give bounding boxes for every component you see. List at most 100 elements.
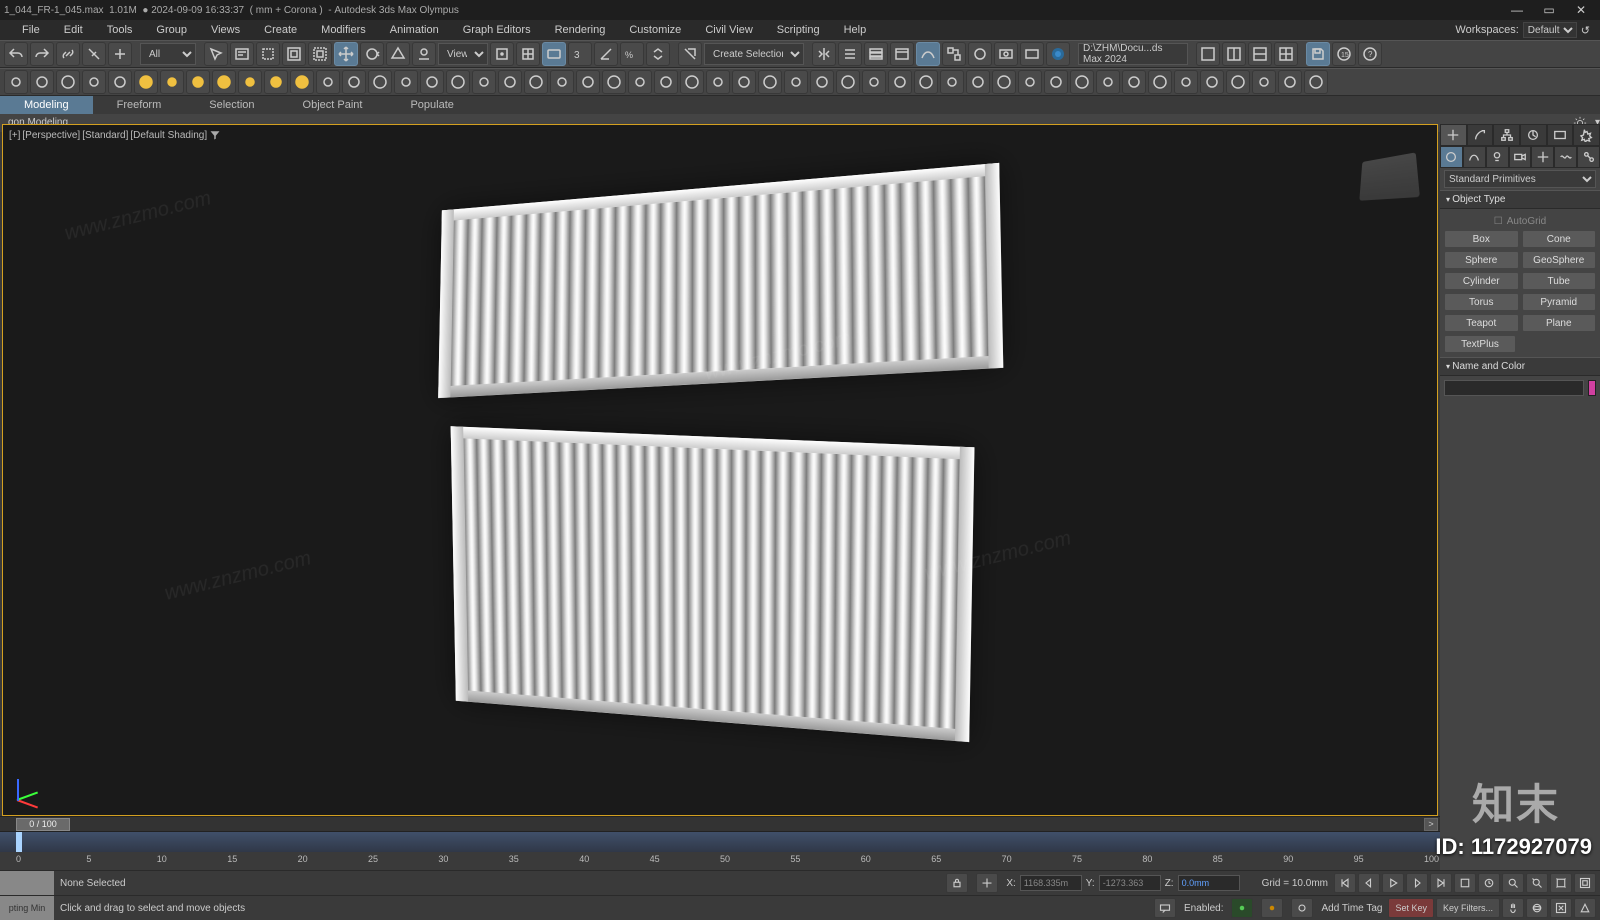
menu-create[interactable]: Create xyxy=(252,20,309,40)
menu-modifiers[interactable]: Modifiers xyxy=(309,20,378,40)
undo-button[interactable] xyxy=(4,42,28,66)
select-region-rect-button[interactable] xyxy=(256,42,280,66)
cmd-sub-systems[interactable] xyxy=(1577,146,1600,168)
window-maximize-button[interactable]: ▭ xyxy=(1534,2,1564,18)
window-close-button[interactable]: ✕ xyxy=(1566,2,1596,18)
bind-button[interactable] xyxy=(108,42,132,66)
cmd-tab-create[interactable] xyxy=(1440,124,1467,146)
menu-rendering[interactable]: Rendering xyxy=(543,20,618,40)
orbit-button[interactable] xyxy=(1526,898,1548,918)
zoom-all-button[interactable] xyxy=(1526,873,1548,893)
vp-layout-1-button[interactable] xyxy=(1196,42,1220,66)
bind-icon[interactable] xyxy=(472,70,496,94)
key-filters-button[interactable]: Key Filters... xyxy=(1436,898,1500,918)
viewport-perspective[interactable]: [+] [Perspective] [Standard] [Default Sh… xyxy=(2,124,1438,816)
object-color-swatch[interactable] xyxy=(1588,380,1596,396)
axis-icon[interactable] xyxy=(1174,70,1198,94)
primitive-cylinder-button[interactable]: Cylinder xyxy=(1444,272,1519,290)
object-radiator-bottom[interactable] xyxy=(451,426,975,742)
render2-icon[interactable] xyxy=(706,70,730,94)
ref-coord-dropdown[interactable]: View xyxy=(438,43,488,65)
clouds-icon[interactable] xyxy=(550,70,574,94)
sun-icon[interactable] xyxy=(758,70,782,94)
mirror-button[interactable] xyxy=(812,42,836,66)
bulb-icon[interactable] xyxy=(940,70,964,94)
cmd-tab-hierarchy[interactable] xyxy=(1493,124,1520,146)
panel2-icon[interactable] xyxy=(992,70,1016,94)
goto-end-button[interactable] xyxy=(1430,873,1452,893)
window-minimize-button[interactable]: ― xyxy=(1502,2,1532,18)
zoom-extents-all-button[interactable] xyxy=(1574,873,1596,893)
selection-filter-dropdown[interactable]: All xyxy=(140,43,196,65)
time-config-button[interactable] xyxy=(1478,873,1500,893)
render-frame-button[interactable] xyxy=(1020,42,1044,66)
comm-center-icon[interactable] xyxy=(1154,898,1176,918)
globe-icon[interactable] xyxy=(888,70,912,94)
maxscript-mini-listener-output[interactable] xyxy=(0,871,54,895)
time-ruler[interactable]: 0510152025303540455055606570758085909510… xyxy=(0,852,1440,870)
menu-civil-view[interactable]: Civil View xyxy=(693,20,764,40)
menu-group[interactable]: Group xyxy=(144,20,199,40)
forces-icon[interactable] xyxy=(394,70,418,94)
save-button[interactable] xyxy=(1306,42,1330,66)
angle-snap-button[interactable] xyxy=(594,42,618,66)
ribbon-tab-selection[interactable]: Selection xyxy=(185,96,278,114)
maxscript-mini-listener-input[interactable]: pting Min xyxy=(0,896,54,920)
sphere-icon[interactable] xyxy=(498,70,522,94)
sel2-icon[interactable] xyxy=(1304,70,1328,94)
next-frame-button[interactable] xyxy=(1406,873,1428,893)
cube2-icon[interactable] xyxy=(1252,70,1276,94)
menu-tools[interactable]: Tools xyxy=(95,20,145,40)
menu-graph-editors[interactable]: Graph Editors xyxy=(451,20,543,40)
primitives-category-dropdown[interactable]: Standard Primitives xyxy=(1444,170,1596,188)
snap2-icon[interactable] xyxy=(1226,70,1250,94)
menu-customize[interactable]: Customize xyxy=(617,20,693,40)
ribbon-tab-freeform[interactable]: Freeform xyxy=(93,96,186,114)
clock-icon[interactable] xyxy=(862,70,886,94)
select-region-window-button[interactable] xyxy=(282,42,306,66)
vp-layout-3-button[interactable] xyxy=(1248,42,1272,66)
play-button[interactable] xyxy=(1382,873,1404,893)
vp-layout-2-button[interactable] xyxy=(1222,42,1246,66)
deflector-icon[interactable] xyxy=(446,70,470,94)
pflow-icon[interactable] xyxy=(342,70,366,94)
rollout-object-type[interactable]: Object Type xyxy=(1440,190,1600,209)
layer-explorer-button[interactable] xyxy=(864,42,888,66)
sheet-icon[interactable] xyxy=(810,70,834,94)
object-radiator-top[interactable] xyxy=(438,163,1003,398)
select-and-scale-button[interactable] xyxy=(386,42,410,66)
link-button[interactable] xyxy=(56,42,80,66)
autogrid-checkbox[interactable]: ☐AutoGrid xyxy=(1444,213,1596,230)
track-bar[interactable] xyxy=(0,832,1440,852)
enabled-indicator-2[interactable] xyxy=(1261,898,1283,918)
cmd-sub-helpers[interactable] xyxy=(1531,146,1554,168)
primitive-box-button[interactable]: Box xyxy=(1444,230,1519,248)
info-icon[interactable] xyxy=(1070,70,1094,94)
coord-y-field[interactable]: -1273.363 xyxy=(1099,875,1161,891)
coord-z-field[interactable]: 0.0mm xyxy=(1178,875,1240,891)
ribbon-tab-modeling[interactable]: Modeling xyxy=(0,96,93,114)
snap-2d-button[interactable]: 3 xyxy=(568,42,592,66)
primitive-tube-button[interactable]: Tube xyxy=(1522,272,1597,290)
use-pivot-button[interactable] xyxy=(490,42,514,66)
layer-icon[interactable] xyxy=(602,70,626,94)
absolute-transform-button[interactable] xyxy=(976,873,998,893)
layers-icon[interactable] xyxy=(784,70,808,94)
add-time-tag-label[interactable]: Add Time Tag xyxy=(1321,903,1382,914)
yinyang-icon[interactable] xyxy=(654,70,678,94)
time-slider[interactable]: 0 / 100 > xyxy=(0,816,1440,832)
ribbon-tab-object-paint[interactable]: Object Paint xyxy=(279,96,387,114)
light-icon[interactable] xyxy=(732,70,756,94)
toggle-ribbon-button[interactable] xyxy=(890,42,914,66)
menu-views[interactable]: Views xyxy=(199,20,252,40)
spot-light-icon[interactable] xyxy=(238,70,262,94)
help2-icon[interactable] xyxy=(1148,70,1172,94)
select-object-button[interactable] xyxy=(204,42,228,66)
note-icon[interactable] xyxy=(628,70,652,94)
primitive-teapot-button[interactable]: Teapot xyxy=(1444,314,1519,332)
named-selection-dropdown[interactable]: Create Selection Set xyxy=(704,43,804,65)
camera-icon[interactable] xyxy=(108,70,132,94)
set-key-button[interactable]: Set Key xyxy=(1388,898,1434,918)
prev-frame-button[interactable] xyxy=(1358,873,1380,893)
zoom-extents-button[interactable] xyxy=(1550,873,1572,893)
